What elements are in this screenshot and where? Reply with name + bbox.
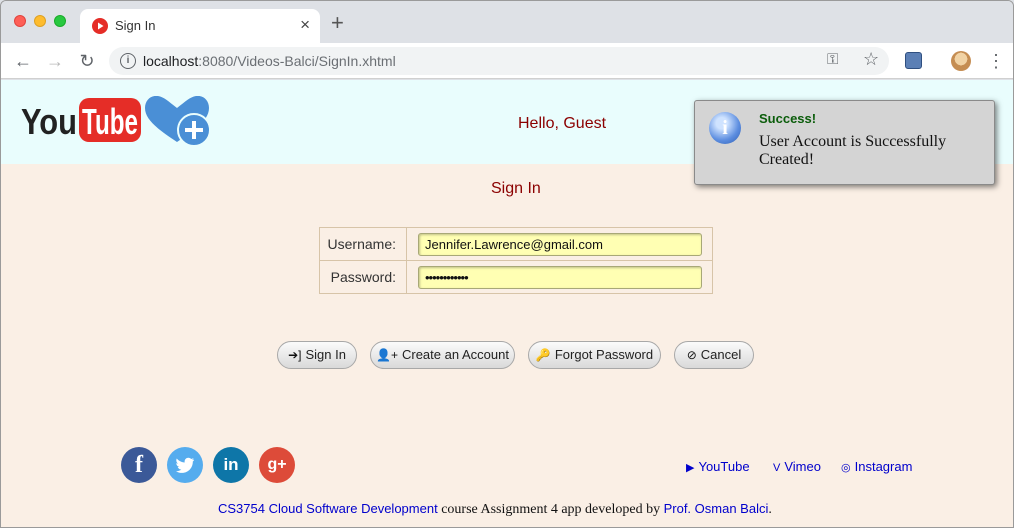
- forgot-password-button[interactable]: 🔑 Forgot Password: [528, 341, 661, 369]
- close-window-button[interactable]: [14, 15, 26, 27]
- tab-bar: Sign In × +: [1, 1, 1013, 43]
- cancel-button[interactable]: ⊘ Cancel: [674, 341, 754, 369]
- credits-middle-text: course Assignment 4 app developed by: [437, 502, 664, 517]
- username-label: Username:: [320, 228, 407, 260]
- minimize-window-button[interactable]: [34, 15, 46, 27]
- bookmark-star-icon[interactable]: ☆: [863, 49, 879, 70]
- profile-avatar[interactable]: [951, 51, 971, 71]
- svg-text:Tube: Tube: [82, 101, 138, 142]
- site-logo[interactable]: You Tube: [19, 95, 214, 155]
- sign-in-button[interactable]: ➔] Sign In: [277, 341, 357, 369]
- maximize-window-button[interactable]: [54, 15, 66, 27]
- browser-menu-icon[interactable]: ⋮: [987, 50, 1005, 72]
- create-account-button[interactable]: 👤+ Create an Account: [370, 341, 515, 369]
- info-icon: i: [709, 112, 741, 144]
- instagram-link-label: Instagram: [854, 459, 913, 474]
- password-input[interactable]: [418, 266, 702, 289]
- credits-end-text: .: [768, 502, 772, 517]
- key-icon[interactable]: ⚿: [827, 51, 838, 68]
- password-label: Password:: [320, 261, 407, 294]
- sign-in-form: Username: Password:: [319, 227, 713, 294]
- instagram-icon: ◎: [841, 462, 851, 474]
- new-tab-button[interactable]: +: [331, 12, 344, 34]
- username-input[interactable]: [418, 233, 702, 256]
- growl-title: Success!: [759, 111, 817, 126]
- tab-sign-in[interactable]: Sign In ×: [80, 9, 320, 43]
- sign-in-icon: ➔]: [288, 348, 302, 362]
- sign-in-button-label: Sign In: [305, 347, 346, 362]
- forward-arrow-icon[interactable]: →: [44, 50, 66, 72]
- extension-cube-icon[interactable]: [905, 52, 922, 69]
- google-plus-icon[interactable]: g+: [259, 447, 295, 483]
- vimeo-icon: V: [773, 462, 781, 474]
- course-link[interactable]: CS3754 Cloud Software Development: [218, 501, 438, 516]
- url-text[interactable]: localhost:8080/Videos-Balci/SignIn.xhtml: [143, 53, 396, 69]
- reload-icon[interactable]: ↻: [76, 50, 98, 72]
- page-content: You Tube Hello, Guest Sign In Username: …: [1, 80, 1013, 527]
- address-bar[interactable]: i localhost:8080/Videos-Balci/SignIn.xht…: [109, 47, 889, 75]
- svg-text:You: You: [21, 101, 77, 142]
- username-row: Username:: [320, 228, 712, 261]
- youtube-link-label: YouTube: [698, 459, 750, 474]
- create-account-button-label: Create an Account: [401, 347, 509, 362]
- greeting-text: Hello, Guest: [518, 115, 607, 132]
- instagram-link[interactable]: ◎ Instagram: [841, 459, 912, 474]
- page-title: Sign In: [491, 180, 541, 197]
- url-path: :8080/Videos-Balci/SignIn.xhtml: [198, 53, 396, 69]
- site-info-icon[interactable]: i: [120, 53, 136, 69]
- youtube-favicon-icon: [92, 18, 108, 34]
- tab-title: Sign In: [115, 18, 156, 33]
- linkedin-icon[interactable]: in: [213, 447, 249, 483]
- tab-close-icon[interactable]: ×: [300, 15, 310, 35]
- url-host: localhost: [143, 53, 199, 69]
- cancel-button-label: Cancel: [700, 347, 742, 362]
- action-buttons: ➔] Sign In 👤+ Create an Account 🔑 Forgot Pa…: [1, 341, 1013, 369]
- success-growl-message[interactable]: i Success! User Account is Successfully …: [694, 100, 995, 185]
- password-row: Password:: [320, 261, 712, 294]
- twitter-icon[interactable]: [167, 447, 203, 483]
- twitter-bird-icon: [176, 457, 195, 473]
- vimeo-link[interactable]: V Vimeo: [773, 459, 821, 474]
- growl-message: User Account is Successfully Created!: [759, 133, 947, 168]
- credits-line: CS3754 Cloud Software Development course…: [218, 501, 772, 518]
- youtube-play-icon: ▶: [686, 462, 695, 474]
- youtube-heart-logo-icon: You Tube: [21, 95, 211, 147]
- back-arrow-icon[interactable]: ←: [12, 50, 34, 72]
- facebook-icon[interactable]: f: [121, 447, 157, 483]
- key-icon: 🔑: [535, 348, 551, 362]
- youtube-link[interactable]: ▶ YouTube: [686, 459, 750, 474]
- add-user-icon: 👤+: [376, 348, 398, 362]
- forgot-password-button-label: Forgot Password: [554, 347, 654, 362]
- browser-window: Sign In × + ← → ↻ i localhost:8080/Video…: [0, 0, 1014, 528]
- ban-icon: ⊘: [686, 348, 697, 362]
- author-link[interactable]: Prof. Osman Balci: [664, 501, 769, 516]
- browser-toolbar: ← → ↻ i localhost:8080/Videos-Balci/Sign…: [1, 43, 1013, 79]
- vimeo-link-label: Vimeo: [784, 459, 821, 474]
